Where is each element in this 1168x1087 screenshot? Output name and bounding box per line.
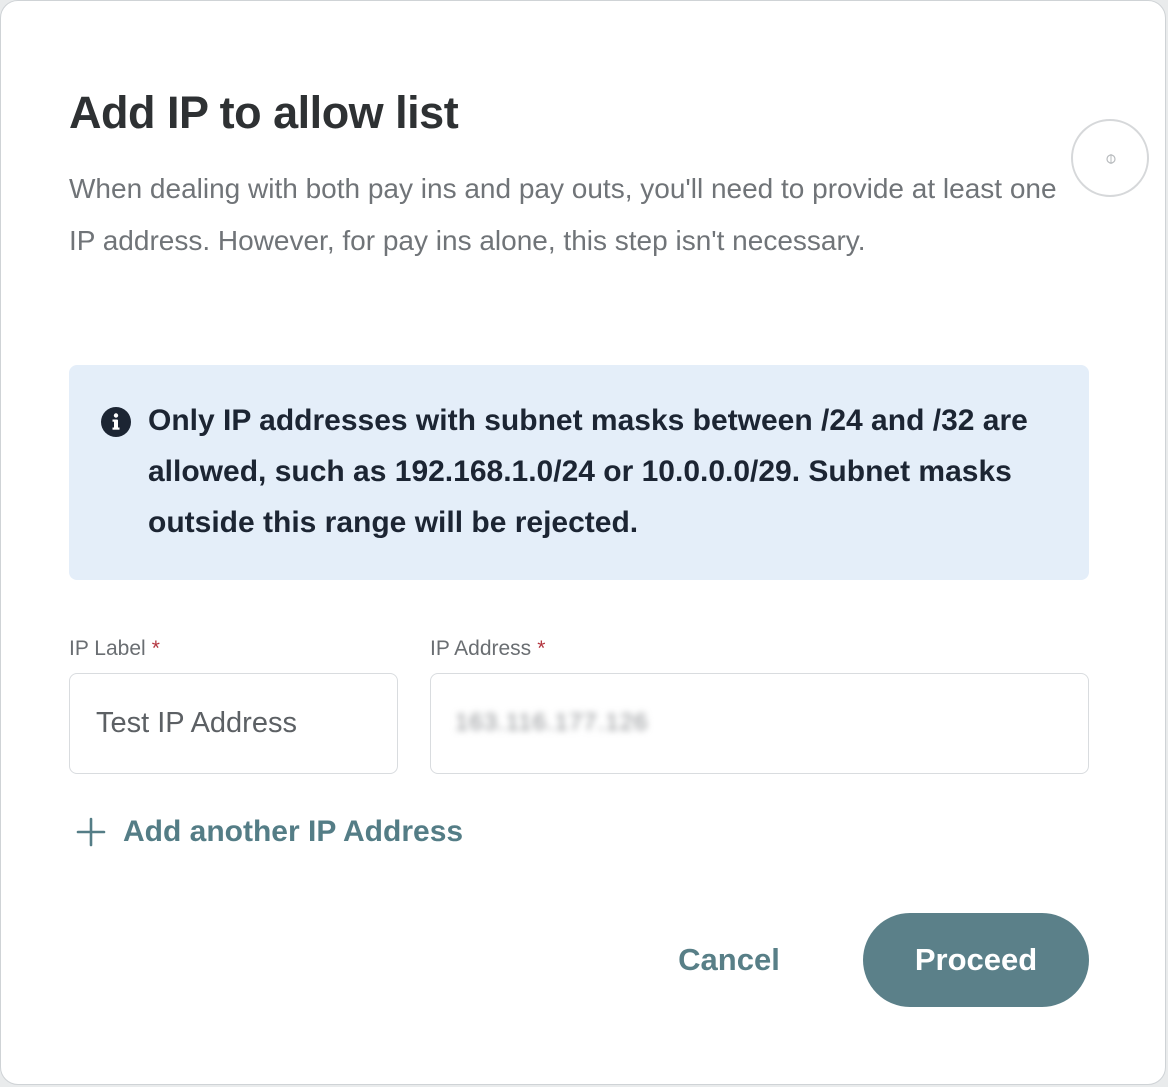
ip-address-label-text: IP Address xyxy=(430,637,532,660)
required-marker: * xyxy=(537,637,546,660)
cursor-indicator xyxy=(1071,119,1149,197)
ip-address-field-label: IP Address * xyxy=(430,637,545,661)
required-marker: * xyxy=(151,637,160,660)
add-another-ip-button[interactable]: Add another IP Address xyxy=(75,815,463,849)
info-icon xyxy=(101,407,131,437)
cancel-button[interactable]: Cancel xyxy=(649,913,809,1007)
ip-label-field-label: IP Label * xyxy=(69,637,160,661)
cursor-icon xyxy=(1106,154,1116,164)
dialog-description: When dealing with both pay ins and pay o… xyxy=(69,173,1057,256)
add-ip-dialog: Add IP to allow list When dealing with b… xyxy=(0,0,1166,1085)
subnet-info-box: Only IP addresses with subnet masks betw… xyxy=(69,365,1089,580)
proceed-button[interactable]: Proceed xyxy=(863,913,1089,1007)
add-another-ip-label: Add another IP Address xyxy=(123,815,464,848)
plus-icon xyxy=(76,817,106,847)
ip-label-input[interactable] xyxy=(69,673,398,774)
info-message: Only IP addresses with subnet masks betw… xyxy=(148,404,1028,539)
dialog-title: Add IP to allow list xyxy=(69,87,459,138)
ip-label-label-text: IP Label xyxy=(69,637,146,660)
ip-address-obscured-value: 163.116.177.126 xyxy=(455,709,649,736)
